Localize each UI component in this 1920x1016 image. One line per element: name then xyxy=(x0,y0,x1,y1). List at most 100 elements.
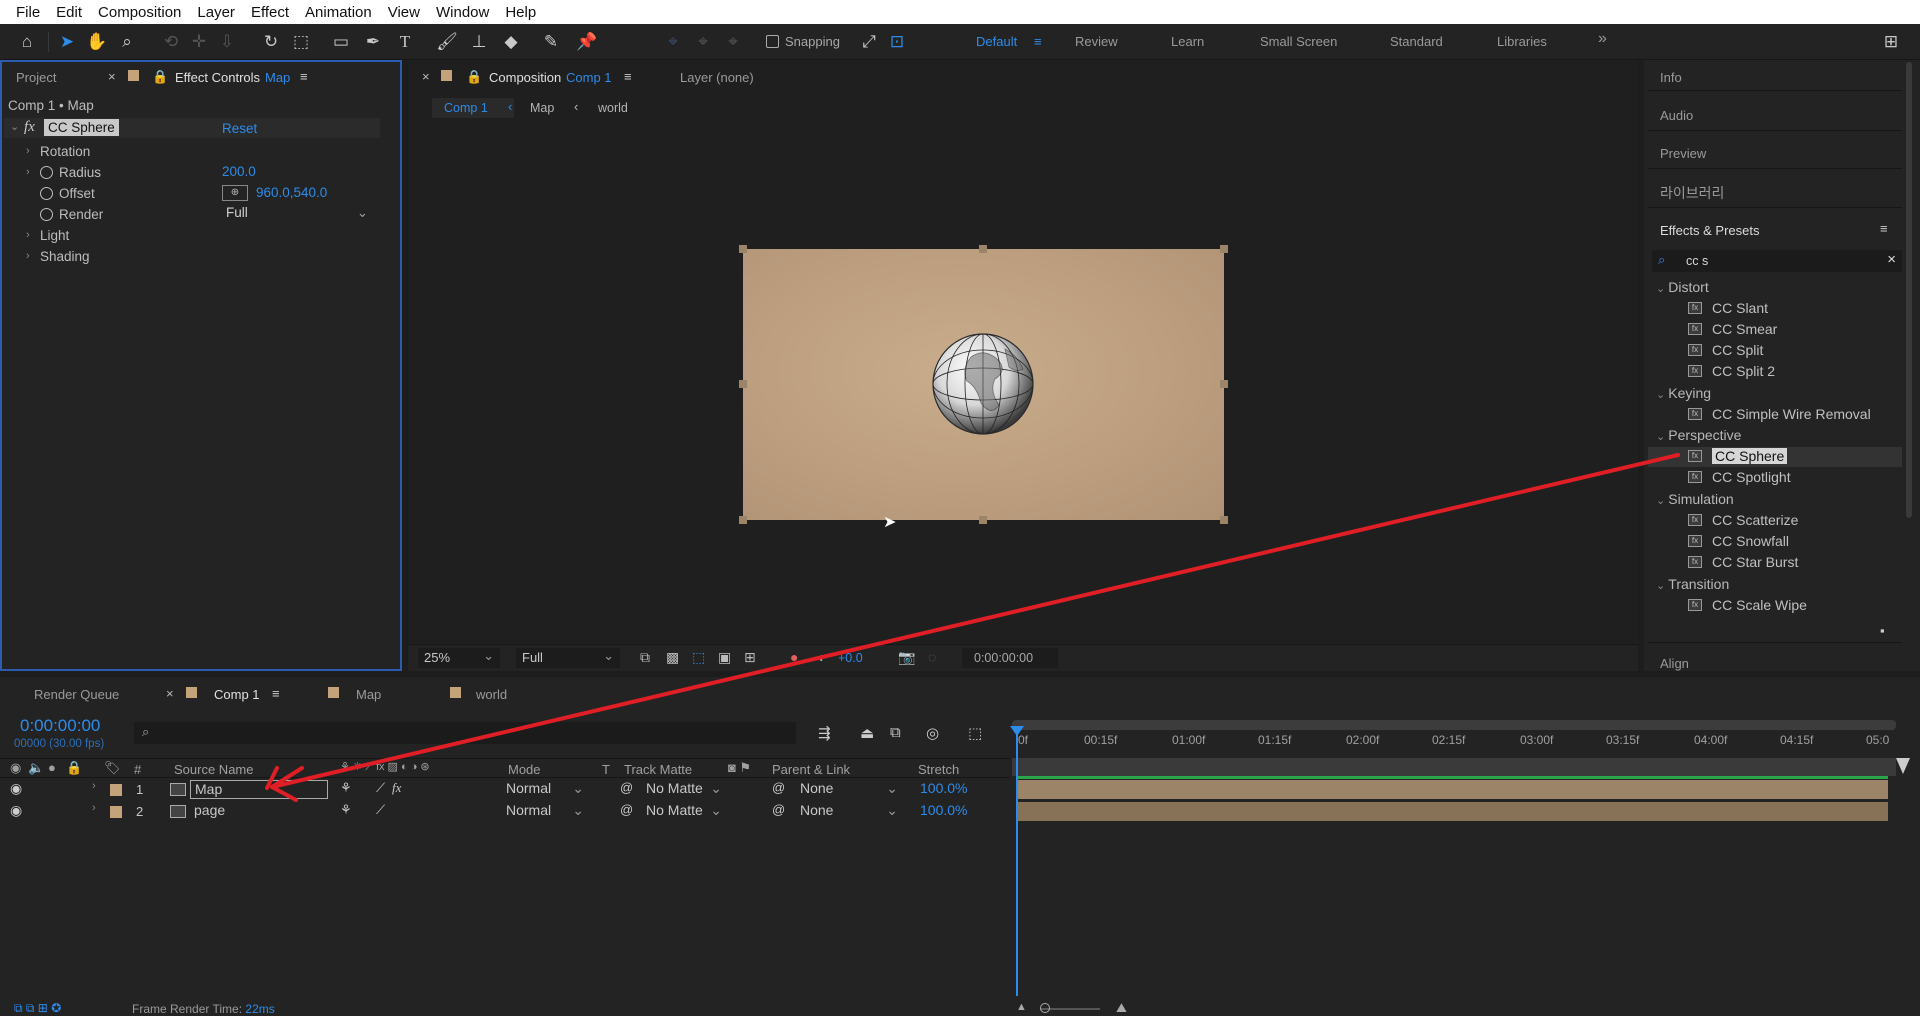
snapping-checkbox[interactable] xyxy=(766,35,779,48)
type-tool-icon[interactable]: T xyxy=(392,30,418,54)
close-tab-icon[interactable]: × xyxy=(166,686,174,701)
matte-source-icon[interactable]: @ xyxy=(620,780,633,795)
zoom-in-icon[interactable]: ⛰ xyxy=(1116,1000,1127,1016)
pickwhip-icon[interactable]: @ xyxy=(772,802,785,817)
layer-bar-map[interactable] xyxy=(1018,780,1888,799)
category-perspective[interactable]: ⌄ Perspective xyxy=(1656,427,1741,443)
category-transition[interactable]: ⌄ Transition xyxy=(1656,576,1729,592)
tab-composition[interactable]: Composition xyxy=(489,70,561,85)
property-light[interactable]: › Light xyxy=(26,225,69,245)
parent-dropdown[interactable]: None ⌄ xyxy=(800,802,902,821)
composition-canvas[interactable] xyxy=(739,245,1228,524)
mode-dropdown[interactable]: Normal ⌄ xyxy=(506,802,586,821)
workspace-standard[interactable]: Standard xyxy=(1390,34,1443,49)
effect-item[interactable]: fx CC Snowfall xyxy=(1688,533,1789,549)
category-distort[interactable]: ⌄ Distort xyxy=(1656,279,1709,295)
switches-column-icons[interactable]: ⚘ ✳ ⟋ fx ▨ ◐ ◑ ⊛ xyxy=(340,760,430,774)
snap-target-icon[interactable]: ⊡ xyxy=(884,30,910,54)
audio-column-icon[interactable]: 🔈 xyxy=(28,760,44,776)
clear-search-icon[interactable]: × xyxy=(1887,251,1896,268)
reset-link[interactable]: Reset xyxy=(222,121,257,136)
reset-exposure-icon[interactable]: ◐ xyxy=(818,649,826,665)
timeline-search-input[interactable]: ⌕ xyxy=(134,722,796,744)
transform-handle[interactable] xyxy=(1220,516,1228,524)
tab-map[interactable]: Map xyxy=(356,687,381,702)
chevron-down-icon[interactable]: ⌄ xyxy=(10,120,19,133)
workspace-learn[interactable]: Learn xyxy=(1171,34,1204,49)
axis-world-icon[interactable]: ⌖ xyxy=(690,30,716,54)
category-simulation[interactable]: ⌄ Simulation xyxy=(1656,491,1734,507)
solo-column-icon[interactable]: ● xyxy=(48,760,56,775)
rotate-tool-icon[interactable]: ↻ xyxy=(258,30,284,54)
transform-handle[interactable] xyxy=(979,516,987,524)
tab-world[interactable]: world xyxy=(476,687,507,702)
fx-switch-icon[interactable]: fx xyxy=(392,780,401,796)
tab-composition-name[interactable]: Comp 1 xyxy=(566,70,612,85)
zoom-out-icon[interactable]: ▲ xyxy=(1016,1001,1027,1013)
menu-view[interactable]: View xyxy=(380,4,428,21)
crumb-map[interactable]: Map xyxy=(530,101,554,115)
column-stretch[interactable]: Stretch xyxy=(918,762,959,777)
roto-brush-tool-icon[interactable]: ✎ xyxy=(538,30,564,54)
property-rotation[interactable]: › Rotation xyxy=(26,141,90,161)
crumb-comp1[interactable]: Comp 1 xyxy=(444,101,488,115)
video-column-icon[interactable]: ◉ xyxy=(10,760,21,776)
menu-animation[interactable]: Animation xyxy=(297,4,380,21)
panel-libraries[interactable]: 라이브러리 xyxy=(1660,183,1724,203)
effect-item[interactable]: fx CC Simple Wire Removal xyxy=(1688,406,1871,422)
pen-tool-icon[interactable]: ✒ xyxy=(360,30,386,54)
stretch-value[interactable]: 100.0% xyxy=(920,802,967,818)
workspace-menu-icon[interactable]: ≡ xyxy=(1034,34,1042,49)
graph-editor-icon[interactable]: ⬚ xyxy=(968,724,982,742)
transform-handle[interactable] xyxy=(739,380,747,388)
close-tab-icon[interactable]: × xyxy=(108,69,116,84)
effect-item[interactable]: fx CC Smear xyxy=(1688,321,1777,337)
lock-icon[interactable]: 🔒 xyxy=(466,69,482,85)
effect-item[interactable]: fx CC Scatterize xyxy=(1688,512,1798,528)
brush-tool-icon[interactable]: 🖌 xyxy=(434,30,460,54)
shy-icon[interactable]: ⚘ xyxy=(340,802,352,818)
panel-menu-icon[interactable]: ≡ xyxy=(624,69,632,84)
axis-view-icon[interactable]: ⌖ xyxy=(720,30,746,54)
panel-menu-icon[interactable]: ≡ xyxy=(1880,221,1888,236)
panel-menu-icon[interactable]: ⊞ xyxy=(1878,30,1904,54)
menu-help[interactable]: Help xyxy=(497,4,544,21)
eye-icon[interactable]: ◉ xyxy=(10,780,22,797)
show-snapshot-icon[interactable]: ◌ xyxy=(928,649,936,665)
effect-item[interactable]: fx CC Spotlight xyxy=(1688,469,1791,485)
layer-name[interactable]: page xyxy=(194,802,225,818)
chevron-right-icon[interactable]: › xyxy=(26,166,40,178)
new-folder-icon[interactable]: ▪ xyxy=(1880,623,1885,638)
anchor-tool-icon[interactable]: ⬚ xyxy=(288,30,314,54)
dolly-tool-icon[interactable]: ⇩ xyxy=(214,30,240,54)
eye-icon[interactable]: ◉ xyxy=(10,802,22,819)
status-icons[interactable]: ⧉ ⧉ ⊞ ✪ xyxy=(14,1001,61,1016)
timeline-zoom-thumb[interactable] xyxy=(1040,1003,1050,1013)
eraser-tool-icon[interactable]: ◆ xyxy=(498,30,524,54)
lock-icon[interactable]: 🔒 xyxy=(152,69,168,85)
menu-window[interactable]: Window xyxy=(428,4,497,21)
column-parent-link[interactable]: Parent & Link xyxy=(772,762,850,777)
effect-item[interactable]: fx CC Split 2 xyxy=(1688,363,1775,379)
shy-icon[interactable]: ⚘ xyxy=(340,780,352,796)
menu-edit[interactable]: Edit xyxy=(48,4,90,21)
pickwhip-icon[interactable]: @ xyxy=(772,780,785,795)
layer-bar-page[interactable] xyxy=(1018,802,1888,821)
effect-item-selected[interactable]: fx CC Sphere xyxy=(1688,448,1788,464)
stopwatch-icon[interactable] xyxy=(40,165,53,179)
composition-mini-flowchart-icon[interactable]: ⇶ xyxy=(818,724,831,742)
channel-icon[interactable]: ● xyxy=(790,649,798,665)
zoom-tool-icon[interactable]: ⌕ xyxy=(114,30,140,54)
effect-item[interactable]: fx CC Scale Wipe xyxy=(1688,597,1807,613)
tab-layer-viewer[interactable]: Layer (none) xyxy=(680,70,754,85)
workspace-review[interactable]: Review xyxy=(1075,34,1118,49)
puppet-pin-tool-icon[interactable]: 📌 xyxy=(574,30,600,54)
effect-item[interactable]: fx CC Split xyxy=(1688,342,1763,358)
fx-icon[interactable]: fx xyxy=(24,119,35,136)
stretch-value[interactable]: 100.0% xyxy=(920,780,967,796)
workspace-small-screen[interactable]: Small Screen xyxy=(1260,34,1337,49)
fast-preview-icon[interactable]: ⧉ xyxy=(640,649,650,666)
zoom-dropdown[interactable]: 25% ⌄ xyxy=(418,648,500,668)
stopwatch-icon[interactable] xyxy=(40,207,53,221)
lock-column-icon[interactable]: 🔒 xyxy=(66,760,82,776)
